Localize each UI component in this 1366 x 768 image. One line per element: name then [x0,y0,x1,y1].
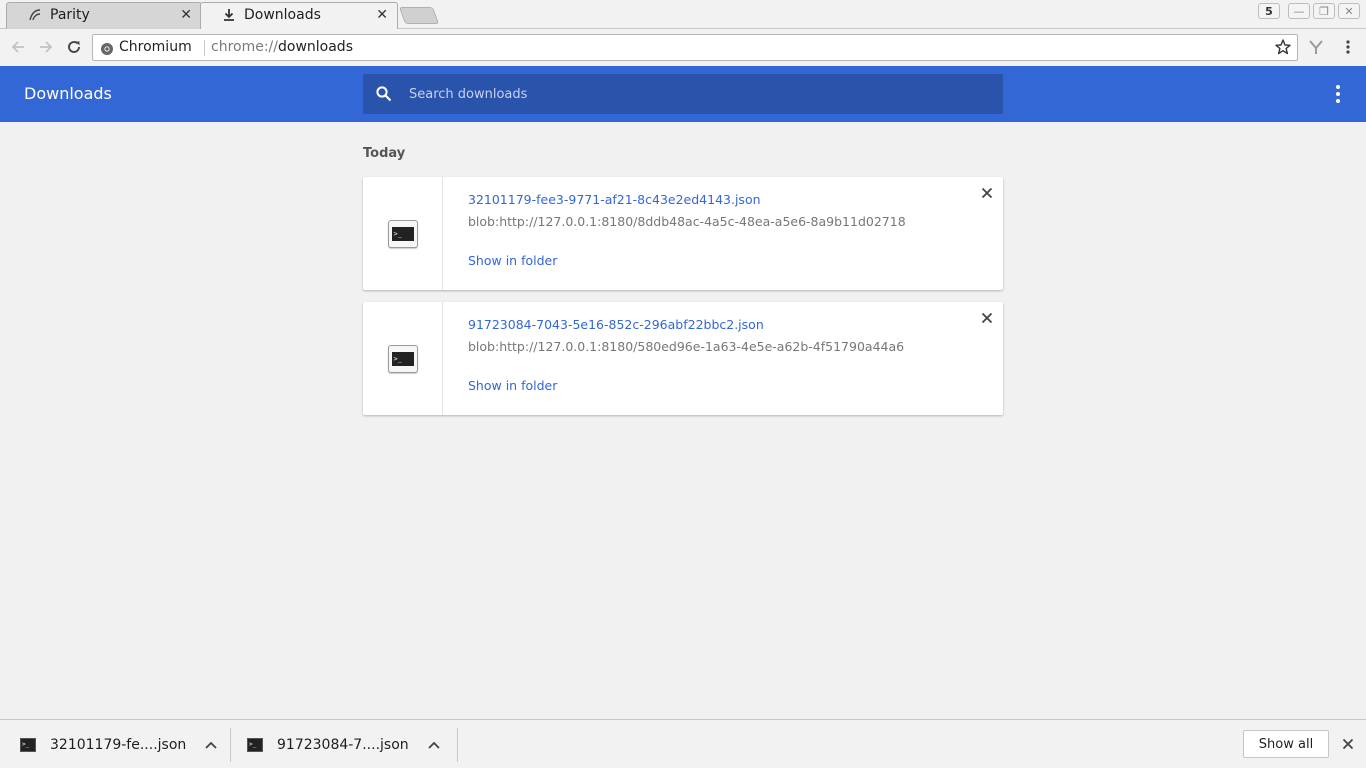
restore-icon[interactable]: ❐ [1313,3,1335,19]
reload-icon[interactable] [64,37,84,57]
download-item: >_ 91723084-7043-5e16-852c-296abf22bbc2.… [363,302,1003,415]
tab-downloads[interactable]: Downloads ✕ [200,2,398,29]
extension-icon[interactable] [1306,37,1326,57]
file-source-url[interactable]: blob:http://127.0.0.1:8180/580ed96e-1a63… [468,339,904,354]
tab-strip: Parity ✕ Downloads ✕ 5 — ❐ ✕ [0,0,1366,29]
download-icon [222,8,236,22]
terminal-file-icon: >_ [20,738,36,752]
bookmark-star-icon[interactable] [1274,38,1292,56]
terminal-file-icon: >_ [387,344,418,373]
new-tab-button[interactable] [398,7,440,24]
shelf-divider [457,728,458,762]
file-icon-cell: >_ [363,302,443,415]
more-actions-icon[interactable] [1330,84,1346,104]
show-all-button[interactable]: Show all [1243,730,1329,758]
url-scheme: chrome:// [211,39,278,55]
shelf-divider [230,728,231,762]
search-input[interactable] [409,74,989,114]
window-close-icon[interactable]: ✕ [1338,3,1360,19]
show-in-folder-link[interactable]: Show in folder [468,253,557,268]
omnibox-divider [204,40,205,56]
profile-badge-label: 5 [1265,4,1273,18]
file-source-url[interactable]: blob:http://127.0.0.1:8180/8ddb48ac-4a5c… [468,214,906,229]
shelf-item-label: 32101179-fe....json [50,737,187,753]
tab-parity[interactable]: Parity ✕ [6,2,202,29]
chromium-icon [100,41,114,55]
file-icon-cell: >_ [363,177,443,290]
url-text: chrome://downloads [211,39,353,55]
date-section-label: Today [363,146,406,161]
downloads-toolbar: Downloads [0,66,1366,122]
page-title: Downloads [24,84,112,103]
tab-close-icon[interactable]: ✕ [180,7,192,23]
chevron-up-icon[interactable] [204,738,218,752]
parity-icon [28,8,42,22]
profile-badge[interactable]: 5 [1258,3,1280,19]
search-icon [375,85,393,103]
shelf-download-item[interactable]: >_ 32101179-fe....json [20,728,218,762]
shelf-item-label: 91723084-7....json [277,737,409,753]
file-name-link[interactable]: 91723084-7043-5e16-852c-296abf22bbc2.jso… [468,317,764,332]
back-icon[interactable] [8,37,28,57]
terminal-file-icon: >_ [387,219,418,248]
close-shelf-icon[interactable] [1340,736,1356,752]
tab-title: Downloads [244,7,321,23]
minimize-icon[interactable]: — [1288,3,1310,19]
search-box[interactable] [363,74,1003,114]
browser-menu-icon[interactable] [1338,37,1358,57]
forward-icon[interactable] [36,37,56,57]
address-bar[interactable]: Chromium chrome://downloads [92,34,1298,61]
shelf-download-item[interactable]: >_ 91723084-7....json [247,728,441,762]
terminal-file-icon: >_ [247,738,263,752]
tab-title: Parity [50,7,90,23]
url-path: downloads [278,39,353,55]
browser-toolbar: Chromium chrome://downloads [0,29,1366,66]
remove-item-close-icon[interactable] [979,185,995,201]
show-in-folder-link[interactable]: Show in folder [468,378,557,393]
remove-item-close-icon[interactable] [979,310,995,326]
download-item: >_ 32101179-fee3-9771-af21-8c43e2ed4143.… [363,177,1003,290]
tab-close-icon[interactable]: ✕ [376,7,388,23]
file-name-link[interactable]: 32101179-fee3-9771-af21-8c43e2ed4143.jso… [468,192,761,207]
site-name: Chromium [119,39,192,55]
chevron-up-icon[interactable] [427,738,441,752]
download-shelf: >_ 32101179-fe....json >_ 91723084-7....… [0,719,1366,768]
